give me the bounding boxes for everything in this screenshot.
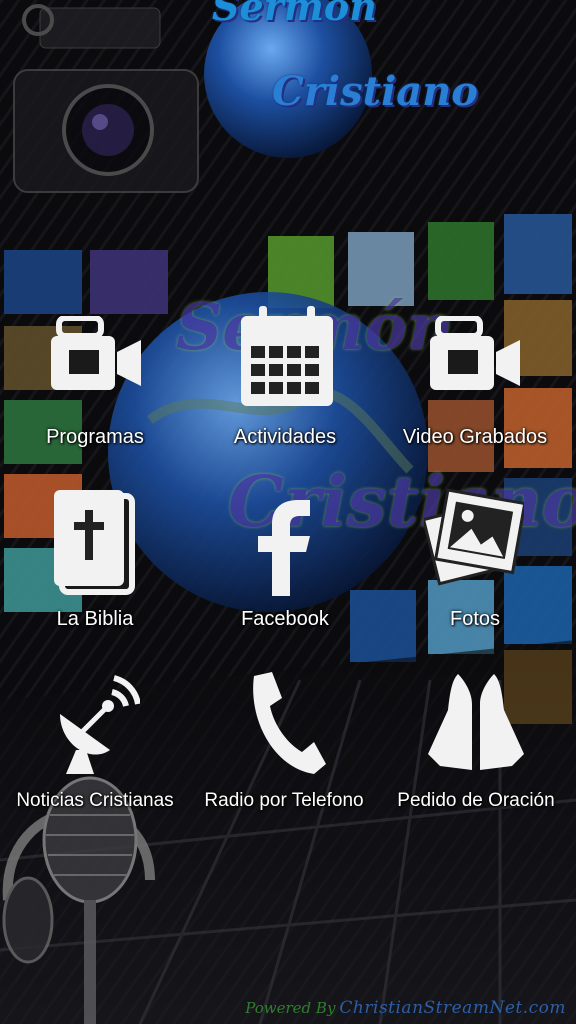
video-camera-icon bbox=[430, 316, 520, 390]
menu-label-facebook: Facebook bbox=[241, 608, 329, 630]
powered-by-footer[interactable]: Powered By ChristianStreamNet.com bbox=[245, 998, 566, 1018]
menu-item-pedido-de-oracion[interactable] bbox=[424, 670, 528, 780]
menu-label-la-biblia: La Biblia bbox=[56, 608, 134, 630]
menu-label-programas: Programas bbox=[46, 426, 144, 448]
menu-label-pedido-de-oracion: Pedido de Oración bbox=[397, 790, 555, 811]
powered-by-text: Powered By bbox=[245, 999, 336, 1017]
menu-label-radio-por-telefono: Radio por Telefono bbox=[204, 790, 364, 811]
menu-item-facebook[interactable] bbox=[256, 500, 316, 600]
footer-brand-link[interactable]: ChristianStreamNet.com bbox=[339, 998, 566, 1018]
menu-label-noticias-cristianas: Noticias Cristianas bbox=[16, 790, 174, 811]
satellite-dish-icon bbox=[60, 675, 140, 774]
logo-line1: Sermón bbox=[212, 0, 377, 29]
phone-icon bbox=[253, 672, 326, 774]
menu-label-actividades: Actividades bbox=[233, 426, 337, 448]
menu-item-radio-por-telefono[interactable] bbox=[244, 670, 328, 780]
menu-item-la-biblia[interactable] bbox=[50, 488, 140, 598]
menu-item-fotos[interactable] bbox=[424, 488, 524, 598]
photos-icon bbox=[424, 488, 524, 586]
praying-hands-icon bbox=[428, 674, 524, 770]
calendar-icon bbox=[241, 306, 333, 406]
menu-label-fotos: Fotos bbox=[449, 608, 501, 630]
logo-line2: Cristiano bbox=[272, 68, 478, 115]
facebook-icon bbox=[258, 500, 310, 596]
bible-icon bbox=[54, 490, 135, 595]
menu-item-noticias-cristianas[interactable] bbox=[50, 670, 140, 780]
video-camera-icon bbox=[51, 316, 141, 390]
menu-label-video-grabados: Video Grabados bbox=[402, 426, 548, 448]
